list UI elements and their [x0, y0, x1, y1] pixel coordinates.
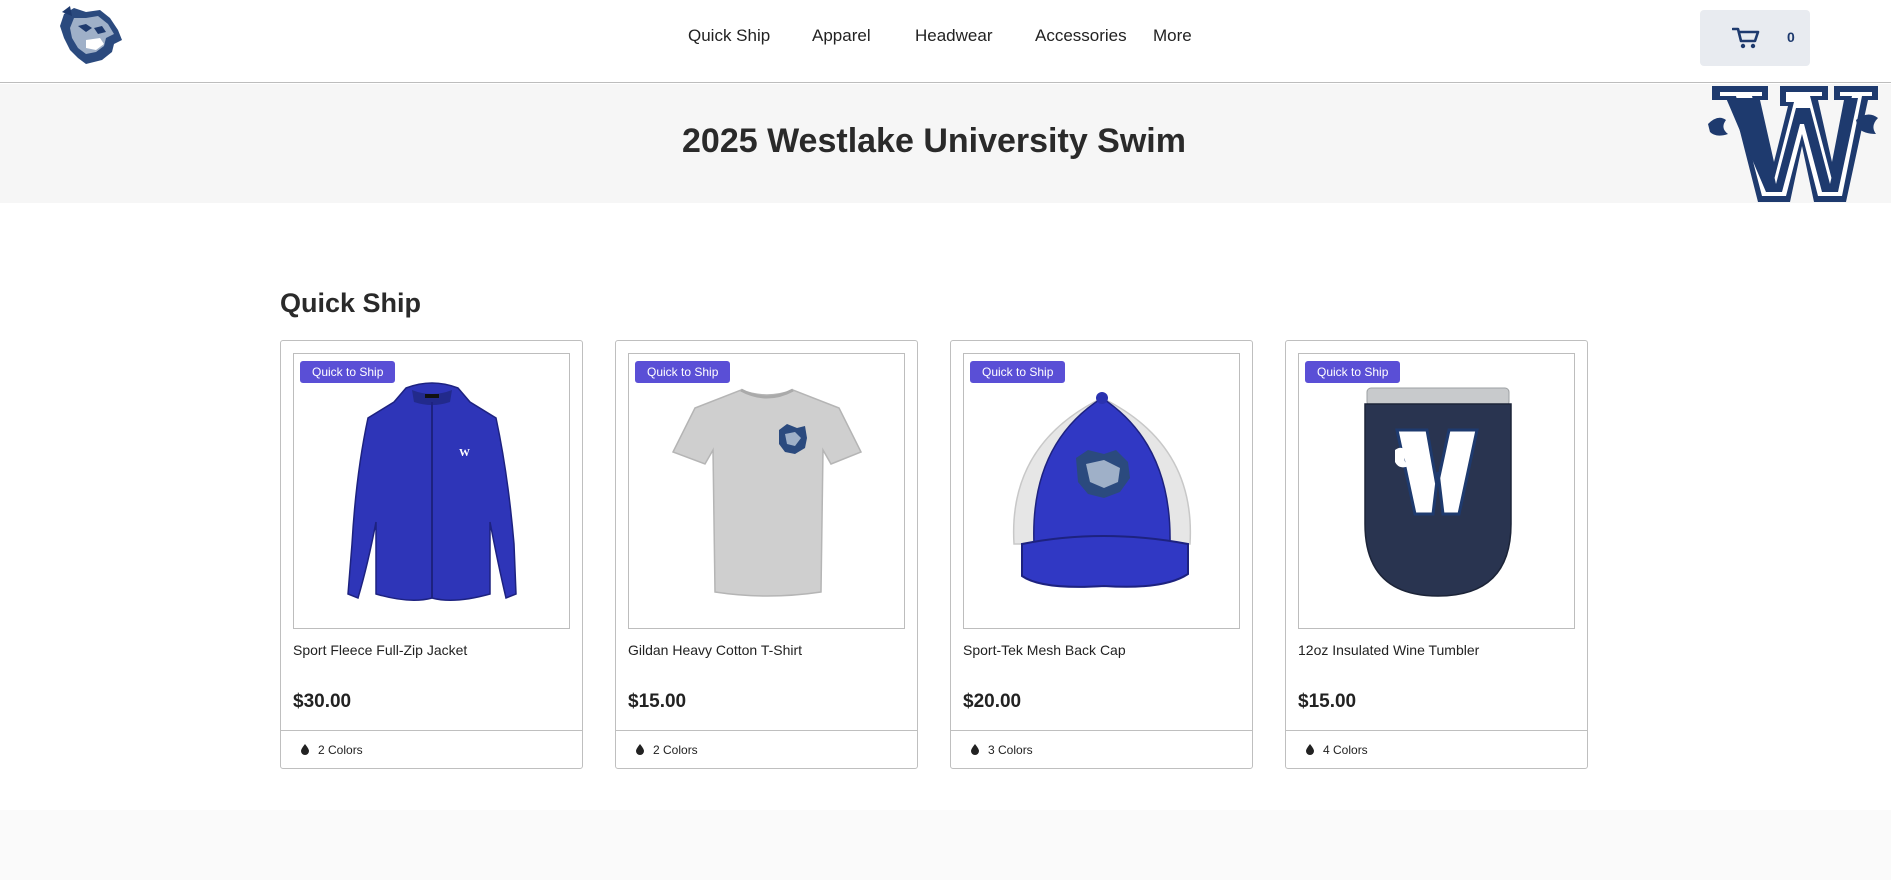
color-count: 4 Colors [1323, 743, 1368, 757]
product-image[interactable]: W Quick to Ship [293, 353, 570, 629]
navy-tumbler [1364, 387, 1512, 597]
product-price: $20.00 [963, 691, 1022, 712]
wildcat-logo-icon[interactable] [56, 4, 126, 66]
footer-band [0, 810, 1891, 880]
cart-button[interactable]: 0 [1700, 10, 1810, 66]
color-count: 3 Colors [988, 743, 1033, 757]
banner: 2025 Westlake University Swim [0, 84, 1891, 203]
nav-headwear[interactable]: Headwear [915, 26, 993, 46]
color-drop-icon [301, 744, 309, 755]
product-name[interactable]: Sport-Tek Mesh Back Cap [963, 642, 1126, 658]
color-drop-icon [636, 744, 644, 755]
cart-count: 0 [1787, 29, 1795, 45]
nav-quick-ship[interactable]: Quick Ship [688, 26, 770, 46]
product-card[interactable]: Quick to Ship 12oz Insulated Wine Tumble… [1285, 340, 1588, 769]
site-header: Quick Ship Apparel Headwear Accessories … [0, 0, 1891, 83]
color-count: 2 Colors [653, 743, 698, 757]
svg-text:W: W [459, 447, 470, 459]
product-image[interactable]: Quick to Ship [628, 353, 905, 629]
product-image[interactable]: Quick to Ship [1298, 353, 1575, 629]
page-title: 2025 Westlake University Swim [682, 122, 1186, 160]
color-drop-icon [971, 744, 979, 755]
product-name[interactable]: Sport Fleece Full-Zip Jacket [293, 642, 467, 658]
nav-more[interactable]: More [1153, 26, 1192, 46]
product-colors: 2 Colors [281, 730, 582, 768]
product-price: $15.00 [1298, 691, 1357, 712]
blue-fleece-jacket: W [347, 382, 517, 601]
quick-ship-badge: Quick to Ship [635, 361, 731, 383]
product-price: $15.00 [628, 691, 687, 712]
quick-ship-badge: Quick to Ship [970, 361, 1066, 383]
quick-ship-badge: Quick to Ship [1305, 361, 1401, 383]
product-colors: 3 Colors [951, 730, 1252, 768]
product-card[interactable]: W Quick to Ship Sport Fleece Full-Zip Ja… [280, 340, 583, 769]
cart-icon [1732, 27, 1760, 49]
product-name[interactable]: 12oz Insulated Wine Tumbler [1298, 642, 1479, 658]
product-card[interactable]: Quick to Ship Gildan Heavy Cotton T-Shir… [615, 340, 918, 769]
section-title: Quick Ship [280, 288, 422, 318]
color-drop-icon [1306, 744, 1314, 755]
product-image[interactable]: Quick to Ship [963, 353, 1240, 629]
color-count: 2 Colors [318, 743, 363, 757]
nav-apparel[interactable]: Apparel [812, 26, 871, 46]
product-card[interactable]: Quick to Ship Sport-Tek Mesh Back Cap $2… [950, 340, 1253, 769]
quick-ship-badge: Quick to Ship [300, 361, 396, 383]
blue-mesh-cap [1012, 392, 1192, 588]
product-price: $30.00 [293, 691, 352, 712]
product-colors: 4 Colors [1286, 730, 1587, 768]
nav-accessories[interactable]: Accessories [1035, 26, 1127, 46]
w-logo-icon [1708, 86, 1878, 202]
product-colors: 2 Colors [616, 730, 917, 768]
grey-tshirt [671, 388, 863, 597]
product-name[interactable]: Gildan Heavy Cotton T-Shirt [628, 642, 802, 658]
